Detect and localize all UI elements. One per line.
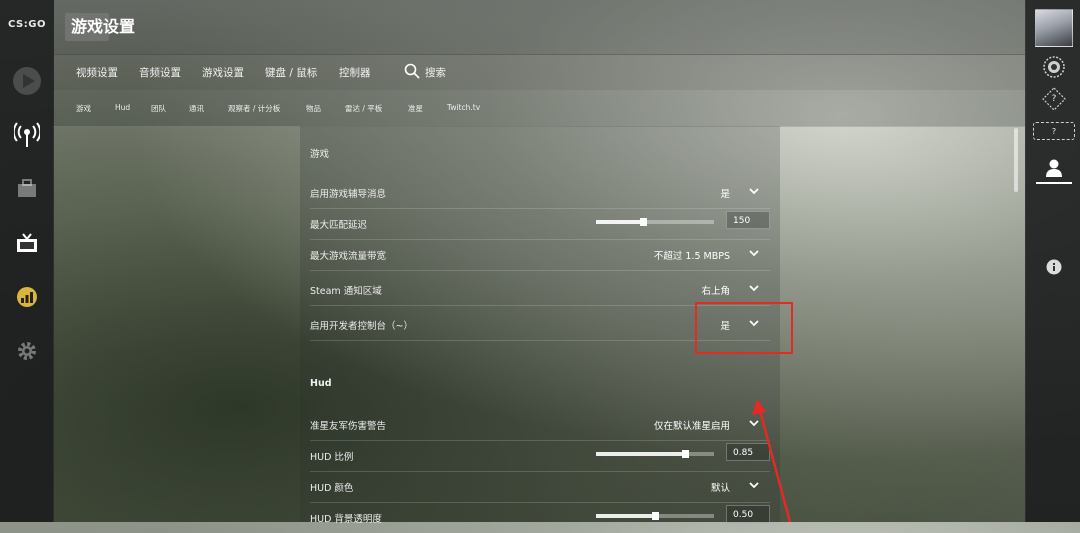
tab-keyboard-mouse[interactable]: 键盘 / 鼠标 (265, 65, 317, 80)
setting-row-hud-background-alpha[interactable]: HUD 背景透明度 0.50 (310, 502, 770, 533)
setting-row-hud-color[interactable]: HUD 颜色 默认 (310, 471, 770, 503)
unknown-rank-icon[interactable]: ? (1042, 87, 1066, 111)
setting-label: 最大游戏流量带宽 (310, 251, 387, 262)
page-title: 游戏设置 (71, 17, 136, 36)
left-sidebar: CS:GO (0, 0, 54, 522)
annotation-arrow (752, 399, 792, 522)
tab-controller[interactable]: 控制器 (339, 65, 371, 80)
setting-row-max-matchmaking-ping[interactable]: 最大匹配延迟 150 (310, 208, 770, 240)
scrollbar-thumb[interactable] (1014, 128, 1018, 192)
sub-tabs: 游戏 Hud 团队 通讯 观察者 / 计分板 物品 雷达 / 平板 准星 Twi… (53, 90, 1025, 127)
setting-label: Steam 通知区域 (310, 286, 382, 297)
friends-icon[interactable] (1036, 154, 1072, 184)
subtab-team[interactable]: 团队 (151, 103, 166, 114)
tab-video[interactable]: 视频设置 (76, 65, 118, 80)
chevron-down-icon[interactable] (748, 282, 760, 294)
setting-row-friendly-fire-warning[interactable]: 准星友军伤害警告 仅在默认准星启用 (310, 409, 770, 441)
setting-dropdown-value[interactable]: 仅在默认准星启用 (654, 418, 730, 432)
avatar[interactable] (1035, 9, 1073, 47)
ping-slider[interactable] (596, 218, 714, 226)
csgo-logo[interactable]: CS:GO (6, 19, 48, 30)
slider-handle[interactable] (640, 218, 648, 226)
unknown-rank-badge-icon[interactable]: ? (1033, 122, 1075, 140)
subtab-items[interactable]: 物品 (306, 103, 321, 114)
setting-dropdown-value[interactable]: 默认 (711, 480, 730, 494)
question-mark-label: ? (1051, 126, 1057, 136)
section-title-game: 游戏 (310, 149, 330, 160)
setting-dropdown-value[interactable]: 不超过 1.5 MBPS (654, 248, 730, 262)
slider-fill (596, 220, 644, 224)
hud-alpha-slider[interactable] (596, 512, 714, 520)
section-title-hud: Hud (310, 378, 332, 389)
tab-audio[interactable]: 音频设置 (139, 65, 181, 80)
search-icon[interactable] (404, 63, 420, 83)
rank-icon[interactable] (1042, 55, 1066, 79)
tv-icon[interactable] (12, 228, 42, 258)
right-sidebar: ? ? (1025, 0, 1080, 522)
setting-row-hud-scale[interactable]: HUD 比例 0.85 (310, 440, 770, 472)
setting-label: 启用游戏辅导消息 (310, 189, 387, 200)
setting-label: 启用开发者控制台（~） (310, 321, 413, 332)
slider-handle[interactable] (681, 450, 689, 458)
setting-label: HUD 比例 (310, 452, 354, 463)
setting-dropdown-value[interactable]: 右上角 (701, 283, 730, 297)
slider-fill (596, 452, 685, 456)
subtab-spectator-scoreboard[interactable]: 观察者 / 计分板 (228, 103, 280, 114)
stats-icon[interactable] (12, 282, 42, 312)
subtab-crosshair[interactable]: 准星 (408, 103, 423, 114)
setting-label: 准星友军伤害警告 (310, 421, 387, 432)
setting-dropdown-value[interactable]: 是 (720, 186, 730, 200)
subtab-twitch[interactable]: Twitch.tv (447, 103, 480, 112)
annotation-highlight-box (695, 302, 793, 354)
main-tabs: 视频设置 音频设置 游戏设置 键盘 / 鼠标 控制器 搜索 (53, 54, 1025, 90)
setting-row-game-instructor[interactable]: 启用游戏辅导消息 是 (310, 177, 770, 209)
header-bar: 游戏设置 (53, 0, 1025, 55)
subtab-game[interactable]: 游戏 (76, 103, 91, 114)
subtab-communication[interactable]: 通讯 (189, 103, 204, 114)
subtab-hud[interactable]: Hud (115, 103, 130, 112)
setting-row-max-bandwidth[interactable]: 最大游戏流量带宽 不超过 1.5 MBPS (310, 239, 770, 271)
ping-value-input[interactable]: 150 (726, 211, 770, 229)
info-icon[interactable] (1046, 259, 1062, 275)
inventory-icon[interactable] (12, 174, 42, 204)
setting-label: HUD 背景透明度 (310, 514, 382, 525)
play-icon[interactable] (12, 66, 42, 96)
broadcast-icon[interactable] (12, 120, 42, 150)
hud-scale-slider[interactable] (596, 450, 714, 458)
search-label[interactable]: 搜索 (425, 65, 446, 80)
setting-label: HUD 颜色 (310, 483, 354, 494)
chevron-down-icon[interactable] (748, 247, 760, 259)
tab-game[interactable]: 游戏设置 (202, 65, 244, 80)
chevron-down-icon[interactable] (748, 185, 760, 197)
gear-icon[interactable] (12, 336, 42, 366)
slider-handle[interactable] (652, 512, 659, 520)
subtab-radar-tablet[interactable]: 雷达 / 平板 (345, 103, 382, 114)
question-mark-label: ? (1051, 94, 1057, 104)
slider-fill (596, 514, 655, 518)
setting-label: 最大匹配延迟 (310, 220, 368, 231)
